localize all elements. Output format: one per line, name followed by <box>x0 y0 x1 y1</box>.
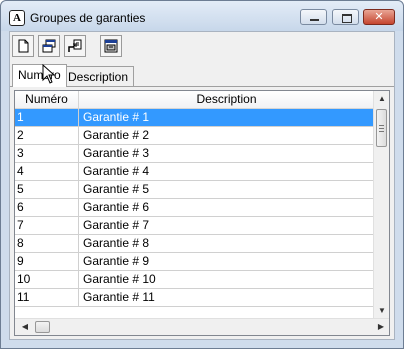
table-row[interactable]: 8 Garantie # 8 <box>15 235 375 253</box>
table-row[interactable]: 2 Garantie # 2 <box>15 127 375 145</box>
cell-description: Garantie # 11 <box>79 289 375 306</box>
scroll-up-arrow-icon[interactable]: ▲ <box>374 91 389 107</box>
scroll-down-arrow-icon[interactable]: ▼ <box>374 303 389 319</box>
cell-description: Garantie # 7 <box>79 217 375 234</box>
cell-numero: 10 <box>15 271 79 288</box>
cell-numero: 11 <box>15 289 79 306</box>
cell-numero: 1 <box>15 109 79 126</box>
cell-description: Garantie # 6 <box>79 199 375 216</box>
table-header: Numéro Description <box>15 91 375 109</box>
cell-numero: 3 <box>15 145 79 162</box>
client-area: Numéro Description Numéro Description 1G… <box>9 31 395 340</box>
export-icon <box>68 39 82 52</box>
tab-description[interactable]: Description <box>62 66 135 86</box>
horizontal-scroll-thumb[interactable] <box>35 321 50 333</box>
close-button[interactable]: ✕ <box>363 9 395 25</box>
vertical-scrollbar[interactable]: ▲ ▼ <box>373 91 389 319</box>
vertical-scroll-thumb[interactable] <box>376 109 387 147</box>
table-row[interactable]: 1 Garantie # 1 <box>15 109 375 127</box>
table-row[interactable]: 7 Garantie # 7 <box>15 217 375 235</box>
table-row[interactable]: 3 Garantie # 3 <box>15 145 375 163</box>
maximize-icon <box>342 14 352 23</box>
grip-line <box>379 128 384 129</box>
new-document-icon <box>18 39 29 53</box>
minimize-button[interactable] <box>300 9 327 25</box>
table-row[interactable]: 10 Garantie # 10 <box>15 271 375 289</box>
cell-numero: 7 <box>15 217 79 234</box>
tab-strip: Numéro Description <box>10 64 394 87</box>
minimize-icon <box>310 19 319 21</box>
toolbar <box>10 32 394 62</box>
export-button[interactable] <box>64 35 86 57</box>
mouse-cursor-icon <box>42 64 56 84</box>
window-title: Groupes de garanties <box>30 11 146 25</box>
properties-button[interactable] <box>100 35 122 57</box>
tab-numero[interactable]: Numéro <box>12 64 67 87</box>
copy-windows-icon <box>42 39 56 53</box>
cell-numero: 6 <box>15 199 79 216</box>
table-row[interactable]: 4 Garantie # 4 <box>15 163 375 181</box>
table-body: 1 Garantie # 1 2 Garantie # 2 3 Garantie # 34… <box>15 109 375 307</box>
app-window: A Groupes de garanties ✕ Numéro Descript… <box>0 0 404 349</box>
cell-description: Garantie # 5 <box>79 181 375 198</box>
table-row[interactable]: 9 Garantie # 9 <box>15 253 375 271</box>
cell-numero: 2 <box>15 127 79 144</box>
column-header-numero[interactable]: Numéro <box>15 91 79 108</box>
grip-line <box>379 125 384 126</box>
maximize-button[interactable] <box>332 9 359 25</box>
new-button[interactable] <box>12 35 34 57</box>
table-row[interactable]: 11 Garantie # 11 <box>15 289 375 307</box>
scroll-right-arrow-icon[interactable]: ▶ <box>373 319 389 335</box>
cell-description: Garantie # 9 <box>79 253 375 270</box>
cell-numero: 5 <box>15 181 79 198</box>
grip-line <box>379 131 384 132</box>
properties-icon <box>104 39 118 53</box>
scroll-left-arrow-icon[interactable]: ◀ <box>17 319 33 335</box>
table-row[interactable]: 5 Garantie # 5 <box>15 181 375 199</box>
close-icon: ✕ <box>374 10 384 23</box>
title-bar[interactable]: A Groupes de garanties ✕ <box>1 1 403 31</box>
guarantee-groups-table[interactable]: Numéro Description 1 Garantie # 1 2 Garanti… <box>14 90 390 336</box>
cell-numero: 4 <box>15 163 79 180</box>
copy-button[interactable] <box>38 35 60 57</box>
cell-description: Garantie # 3 <box>79 145 375 162</box>
cell-description: Garantie # 2 <box>79 127 375 144</box>
column-header-description[interactable]: Description <box>79 91 375 108</box>
horizontal-scrollbar[interactable]: ◀ ▶ <box>15 318 389 335</box>
table-row[interactable]: 6 Garantie # 6 <box>15 199 375 217</box>
cell-numero: 8 <box>15 235 79 252</box>
cell-description: Garantie # 4 <box>79 163 375 180</box>
cell-description: Garantie # 8 <box>79 235 375 252</box>
app-icon[interactable]: A <box>9 10 25 26</box>
cell-description: Garantie # 1 <box>79 109 375 126</box>
cell-description: Garantie # 10 <box>79 271 375 288</box>
tab-divider <box>10 86 394 87</box>
cell-numero: 9 <box>15 253 79 270</box>
